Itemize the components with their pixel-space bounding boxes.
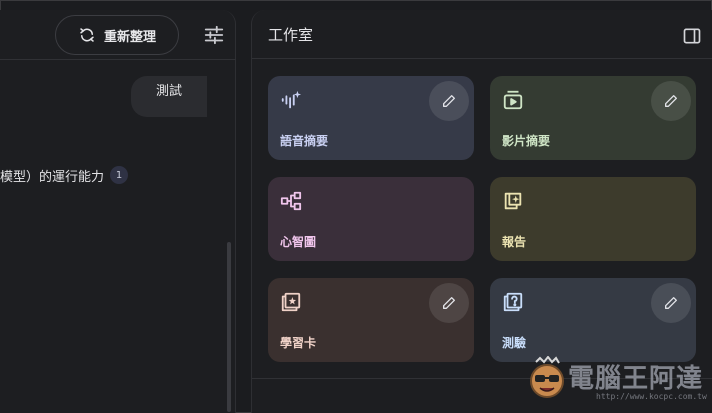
citation-badge[interactable]: 1 [110, 166, 129, 184]
mascot-face-icon [530, 356, 564, 398]
video-overview-card[interactable]: 影片摘要 [490, 76, 696, 160]
studio-title: 工作室 [268, 26, 314, 44]
answer-text-line: 模型）的運行能力 1 [0, 165, 129, 185]
flashcard-card[interactable]: 學習卡 [268, 278, 474, 362]
audio-sparkle-icon [281, 90, 302, 109]
quiz-icon [503, 292, 523, 312]
chat-panel: 重新整理 測試 模型）的運行能力 1 [0, 10, 236, 413]
pencil-icon [665, 95, 677, 107]
mindmap-icon [280, 191, 302, 211]
user-message-bubble: 測試 [131, 76, 207, 117]
card-label: 測驗 [502, 336, 527, 350]
refresh-icon [80, 28, 94, 42]
mindmap-card[interactable]: 心智圖 [268, 177, 474, 261]
studio-header-divider [252, 58, 712, 59]
refresh-label: 重新整理 [103, 29, 156, 45]
edit-button[interactable] [651, 81, 691, 121]
pencil-icon [665, 297, 677, 309]
flashcard-icon [281, 292, 301, 312]
pencil-icon [443, 297, 455, 309]
video-icon [503, 90, 523, 110]
report-icon [504, 192, 522, 210]
card-label: 學習卡 [280, 336, 317, 350]
report-card[interactable]: 報告 [490, 177, 696, 261]
user-message-text: 測試 [155, 84, 182, 99]
audio-overview-card[interactable]: 語音摘要 [268, 76, 474, 160]
refresh-button[interactable]: 重新整理 [55, 15, 179, 55]
watermark-text: 電腦王阿達 [568, 364, 704, 394]
tune-icon[interactable] [203, 24, 225, 46]
pencil-icon [443, 95, 455, 107]
edit-button[interactable] [429, 81, 469, 121]
panel-toggle-icon[interactable] [682, 26, 702, 46]
card-label: 心智圖 [280, 235, 317, 249]
edit-button[interactable] [429, 283, 469, 323]
chat-scrollbar[interactable] [227, 242, 231, 412]
watermark-url: http://www.kocpc.com.tw [596, 392, 707, 401]
chat-header: 重新整理 [0, 10, 236, 60]
card-label: 報告 [502, 235, 527, 249]
answer-text: 模型）的運行能力 [0, 169, 105, 185]
edit-button[interactable] [651, 283, 691, 323]
card-label: 影片摘要 [502, 134, 551, 148]
card-label: 語音摘要 [280, 134, 329, 148]
watermark-logo: 電腦王阿達 http://www.kocpc.com.tw [526, 350, 707, 408]
